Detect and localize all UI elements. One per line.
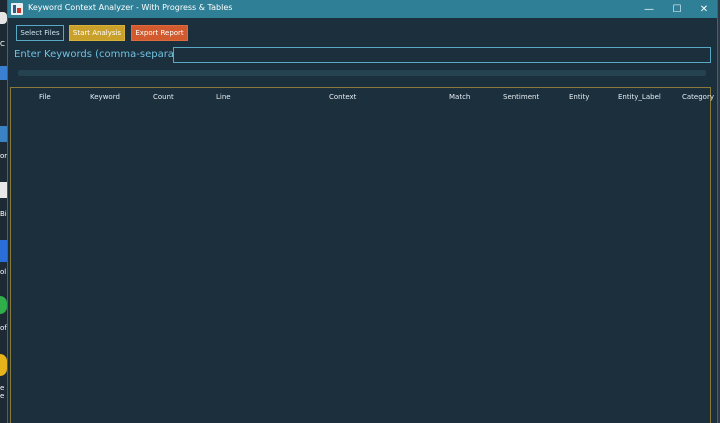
keywords-input[interactable]	[173, 47, 711, 63]
maximize-button[interactable]: ☐	[664, 0, 690, 18]
column-header-file[interactable]: File	[39, 93, 51, 101]
desktop-icon[interactable]	[0, 240, 7, 262]
select-files-button[interactable]: Select Files	[16, 25, 64, 41]
minimize-button[interactable]: —	[636, 0, 662, 18]
close-button[interactable]: ✕	[691, 0, 717, 18]
desktop-icon[interactable]	[0, 354, 7, 376]
keywords-label: Enter Keywords (comma-separated)	[14, 49, 195, 60]
start-analysis-button[interactable]: Start Analysis	[69, 25, 125, 41]
desktop-icon-label: e	[0, 392, 5, 400]
column-header-match[interactable]: Match	[449, 93, 470, 101]
column-header-category[interactable]: Category	[682, 93, 714, 101]
column-header-keyword[interactable]: Keyword	[90, 93, 120, 101]
column-header-sentiment[interactable]: Sentiment	[503, 93, 539, 101]
desktop-icon-label: Bi	[0, 210, 7, 218]
window-title: Keyword Context Analyzer - With Progress…	[28, 3, 233, 12]
desktop-icon[interactable]	[0, 12, 7, 24]
desktop-icon[interactable]	[0, 66, 7, 80]
column-header-context[interactable]: Context	[329, 93, 356, 101]
desktop-icon-label: C	[0, 40, 5, 48]
desktop-icon-label: of	[0, 324, 7, 332]
column-header-entity-label[interactable]: Entity_Label	[618, 93, 661, 101]
progress-bar	[18, 70, 706, 76]
results-table[interactable]: File Keyword Count Line Context Match Se…	[10, 87, 714, 423]
app-icon	[11, 3, 23, 15]
desktop-icon[interactable]	[0, 182, 7, 198]
title-bar[interactable]: Keyword Context Analyzer - With Progress…	[8, 0, 717, 18]
desktop-background: C ork Bi ol of e e	[0, 0, 11, 423]
desktop-icon[interactable]	[0, 296, 7, 314]
column-header-line[interactable]: Line	[216, 93, 231, 101]
desktop-icon[interactable]	[0, 126, 7, 142]
app-window: Keyword Context Analyzer - With Progress…	[7, 0, 718, 423]
export-report-button[interactable]: Export Report	[131, 25, 188, 41]
desktop-icon-label: ol	[0, 268, 7, 276]
column-header-entity[interactable]: Entity	[569, 93, 589, 101]
column-header-count[interactable]: Count	[153, 93, 174, 101]
desktop-icon-label: e	[0, 384, 5, 392]
